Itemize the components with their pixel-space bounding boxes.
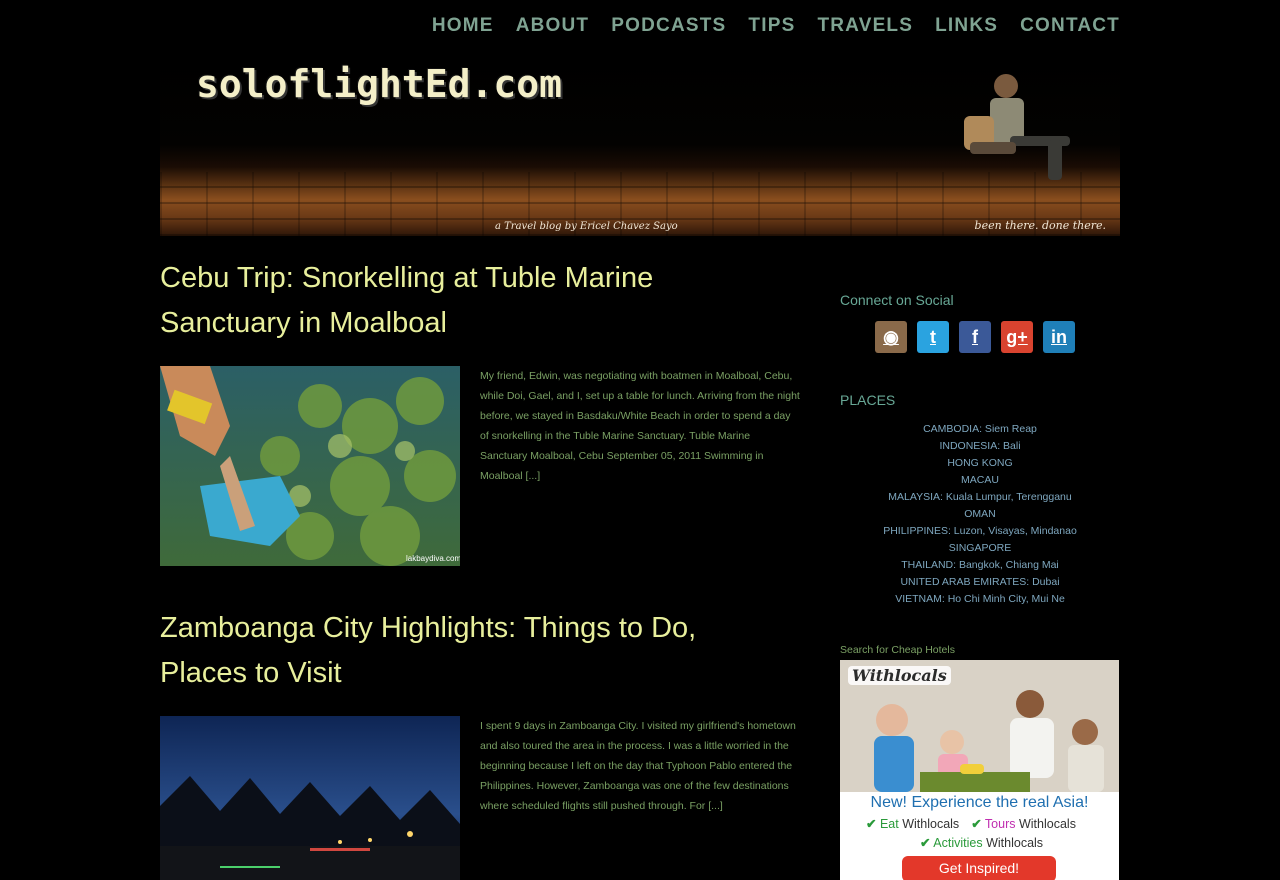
facebook-icon[interactable]: f bbox=[959, 321, 991, 353]
social-heading: Connect on Social bbox=[840, 292, 954, 308]
ad-feature-rest: Withlocals bbox=[986, 836, 1044, 850]
place-link-uae[interactable]: UNITED ARAB EMIRATES: Dubai bbox=[840, 574, 1120, 591]
ad-brand: Withlocals bbox=[848, 666, 951, 685]
post-excerpt: My friend, Edwin, was negotiating with b… bbox=[480, 370, 800, 482]
ad-feature: ✔ Activities Withlocals bbox=[920, 835, 1043, 850]
blogger-photo bbox=[964, 74, 1070, 180]
nav-podcasts[interactable]: PODCASTS bbox=[611, 12, 726, 40]
place-link-indonesia[interactable]: INDONESIA: Bali bbox=[840, 438, 1120, 455]
ad-photo: Withlocals bbox=[840, 660, 1119, 792]
place-link-macau[interactable]: MACAU bbox=[840, 472, 1120, 489]
place-link-philippines[interactable]: PHILIPPINES: Luzon, Visayas, Mindanao bbox=[840, 523, 1120, 540]
nav-home[interactable]: HOME bbox=[432, 12, 494, 40]
ad-feature: ✔ Eat Withlocals bbox=[866, 816, 959, 831]
ad-feature-verb: Activities bbox=[933, 836, 983, 850]
nav-contact[interactable]: CONTACT bbox=[1020, 12, 1120, 40]
post-thumbnail[interactable]: lakbaydiva.com bbox=[160, 366, 460, 566]
place-link-cambodia[interactable]: CAMBODIA: Siem Reap bbox=[840, 421, 1120, 438]
zamboanga-photo bbox=[160, 716, 460, 880]
snorkel-photo: lakbaydiva.com bbox=[160, 366, 460, 566]
post-title[interactable]: Zamboanga City Highlights: Things to Do,… bbox=[160, 606, 780, 696]
google-plus-icon[interactable]: g+ bbox=[1001, 321, 1033, 353]
nav-about[interactable]: ABOUT bbox=[516, 12, 590, 40]
check-icon: ✔ bbox=[971, 817, 982, 831]
get-inspired-button[interactable]: Get Inspired! bbox=[902, 856, 1056, 880]
header-banner[interactable]: soloflightEd.com a Travel blog by Ericel… bbox=[160, 54, 1120, 236]
social-icons: ◉ t f g+ in bbox=[875, 321, 1075, 353]
site-tagline: a Travel blog by Ericel Chavez Sayo bbox=[495, 221, 678, 232]
twitter-icon[interactable]: t bbox=[917, 321, 949, 353]
post-title[interactable]: Cebu Trip: Snorkelling at Tuble Marine S… bbox=[160, 256, 780, 346]
places-list: CAMBODIA: Siem Reap INDONESIA: Bali HONG… bbox=[840, 421, 1120, 608]
places-heading: PLACES bbox=[840, 392, 896, 408]
nav-travels[interactable]: TRAVELS bbox=[817, 12, 913, 40]
nav-links[interactable]: LINKS bbox=[935, 12, 998, 40]
ad-feature: ✔ Tours Withlocals bbox=[971, 816, 1076, 831]
check-icon: ✔ bbox=[920, 836, 931, 850]
place-link-malaysia[interactable]: MALAYSIA: Kuala Lumpur, Terengganu bbox=[840, 489, 1120, 506]
linkedin-icon[interactable]: in bbox=[1043, 321, 1075, 353]
withlocals-ad[interactable]: Withlocals New! Experience the real Asia… bbox=[840, 660, 1119, 880]
hotels-heading: Search for Cheap Hotels bbox=[840, 644, 955, 656]
ad-feature-verb: Eat bbox=[879, 817, 899, 831]
place-link-oman[interactable]: OMAN bbox=[840, 506, 1120, 523]
check-icon: ✔ bbox=[866, 817, 877, 831]
site-logo[interactable]: soloflightEd.com bbox=[196, 62, 562, 106]
post-thumbnail[interactable] bbox=[160, 716, 460, 880]
place-link-singapore[interactable]: SINGAPORE bbox=[840, 540, 1120, 557]
ad-headline: New! Experience the real Asia! bbox=[870, 794, 1089, 811]
nav-tips[interactable]: TIPS bbox=[748, 12, 795, 40]
site-motto: been there. done there. bbox=[974, 219, 1106, 232]
photo-watermark: lakbaydiva.com bbox=[406, 554, 460, 563]
place-link-vietnam[interactable]: VIETNAM: Ho Chi Minh City, Mui Ne bbox=[840, 591, 1120, 608]
ad-feature-row: ✔ Eat Withlocals ✔ Tours Withlocals bbox=[866, 816, 1076, 831]
ad-feature-verb: Tours bbox=[984, 817, 1016, 831]
place-link-hong-kong[interactable]: HONG KONG bbox=[840, 455, 1120, 472]
main-nav: HOME ABOUT PODCASTS TIPS TRAVELS LINKS C… bbox=[432, 12, 1120, 40]
instagram-icon[interactable]: ◉ bbox=[875, 321, 907, 353]
place-link-thailand[interactable]: THAILAND: Bangkok, Chiang Mai bbox=[840, 557, 1120, 574]
post-excerpt: I spent 9 days in Zamboanga City. I visi… bbox=[480, 720, 796, 812]
ad-feature-rest: Withlocals bbox=[902, 817, 960, 831]
ad-feature-rest: Withlocals bbox=[1018, 817, 1076, 831]
